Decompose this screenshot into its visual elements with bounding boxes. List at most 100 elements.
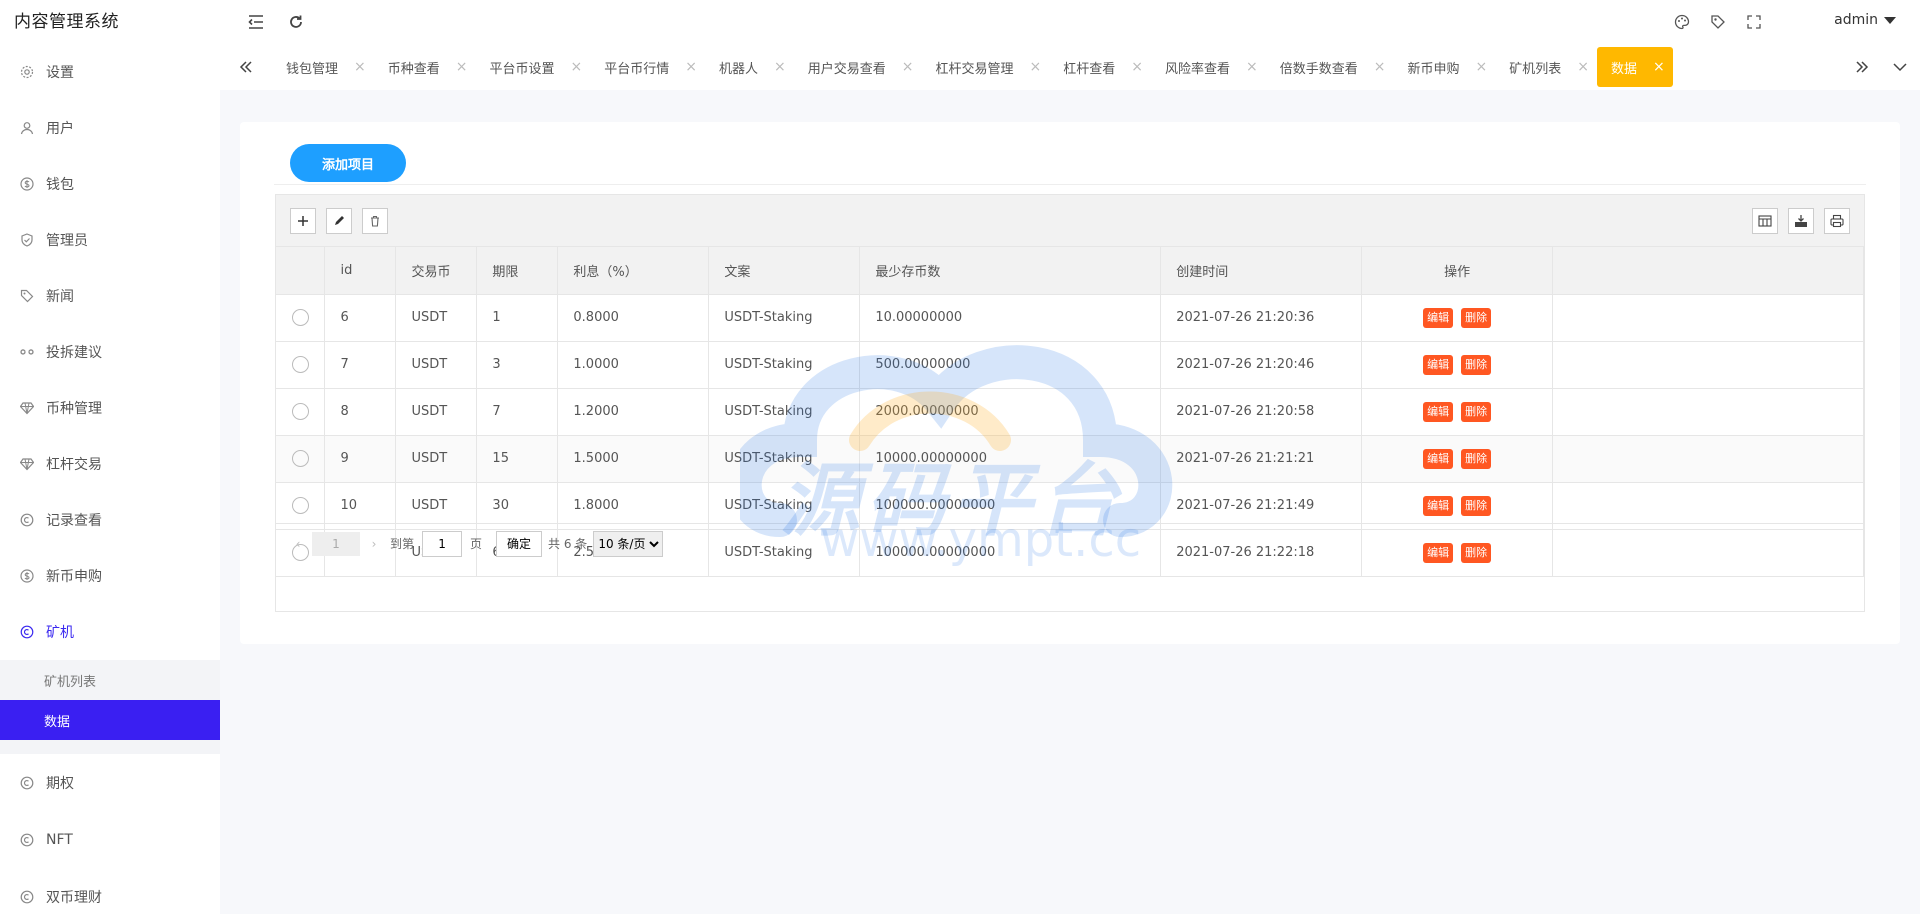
- circle-icon: [20, 776, 34, 790]
- sidebar-item-6[interactable]: 币种管理: [0, 380, 220, 436]
- close-icon[interactable]: ×: [1476, 59, 1488, 75]
- column-header-copy[interactable]: 文案: [708, 247, 861, 295]
- tabs-dropdown-icon[interactable]: [1880, 44, 1920, 90]
- close-icon[interactable]: ×: [902, 59, 914, 75]
- edit-button[interactable]: 编辑: [1423, 448, 1454, 469]
- table-row[interactable]: 7 USDT 3 1.0000 USDT-Staking 500.00000000 2021…: [276, 341, 1864, 389]
- tab-12[interactable]: 数据 ×: [1597, 47, 1673, 87]
- tabs-scroll-right-icon[interactable]: [1844, 44, 1880, 90]
- close-icon[interactable]: ×: [1246, 59, 1258, 75]
- sidebar-item-1[interactable]: 用户: [0, 100, 220, 156]
- delete-button[interactable]: 删除: [1461, 448, 1492, 469]
- sidebar-item-2[interactable]: 钱包: [0, 156, 220, 212]
- table-row[interactable]: 9 USDT 15 1.5000 USDT-Staking 10000.00000000 2…: [276, 435, 1864, 483]
- row-select-cell: [276, 482, 326, 530]
- refresh-icon[interactable]: [286, 12, 306, 32]
- delete-button[interactable]: 删除: [1461, 307, 1492, 328]
- add-item-button[interactable]: 添加项目: [290, 144, 406, 182]
- cell-created-at: 2021-07-26 21:20:58: [1160, 388, 1363, 436]
- sidebar-item-10[interactable]: 矿机: [0, 604, 220, 660]
- tab-9[interactable]: 倍数手数查看 ×: [1266, 47, 1394, 87]
- close-icon[interactable]: ×: [685, 59, 697, 75]
- tab-1[interactable]: 币种查看 ×: [374, 47, 476, 87]
- column-header-coin[interactable]: 交易币: [395, 247, 478, 295]
- edit-button[interactable]: 编辑: [1423, 495, 1454, 516]
- prev-page-icon[interactable]: ‹: [290, 537, 306, 551]
- edit-button[interactable]: 编辑: [1423, 307, 1454, 328]
- tab-3[interactable]: 平台币行情 ×: [590, 47, 705, 87]
- sidebar-item-4[interactable]: 新闻: [0, 268, 220, 324]
- goto-page-input[interactable]: [422, 530, 463, 557]
- tab-label: 平台币设置: [489, 61, 555, 77]
- add-row-icon[interactable]: [290, 208, 316, 234]
- page-size-select[interactable]: 10 条/页: [593, 530, 664, 557]
- row-radio[interactable]: [291, 450, 309, 467]
- goto-confirm-button[interactable]: 确定: [496, 530, 543, 557]
- data-table: id 交易币 期限 利息（%） 文案 最少存币数 创建时间 操作 6 USDT 1 0…: [275, 194, 1865, 612]
- close-icon[interactable]: ×: [354, 59, 366, 75]
- edit-button[interactable]: 编辑: [1423, 354, 1454, 375]
- next-page-icon[interactable]: ›: [366, 537, 382, 551]
- cell-id: 8: [324, 388, 397, 436]
- table-row[interactable]: 8 USDT 7 1.2000 USDT-Staking 2000.00000000 202…: [276, 388, 1864, 436]
- tab-10[interactable]: 新币申购 ×: [1394, 47, 1496, 87]
- column-header-period[interactable]: 期限: [476, 247, 559, 295]
- close-icon[interactable]: ×: [1030, 59, 1042, 75]
- tab-5[interactable]: 用户交易查看 ×: [794, 47, 922, 87]
- sidebar-item-label: 设置: [46, 65, 74, 81]
- close-icon[interactable]: ×: [774, 59, 786, 75]
- columns-filter-icon[interactable]: [1752, 208, 1778, 234]
- table-row[interactable]: 10 USDT 30 1.8000 USDT-Staking 100000.0000000…: [276, 482, 1864, 530]
- sidebar-menu: 设置用户 钱包 管理员 新闻 投拆建议 币种管理 杠杆交易 记录查看 新币申购 矿机 矿机列表 数据期…: [0, 44, 220, 914]
- table-row[interactable]: 6 USDT 1 0.8000 USDT-Staking 10.00000000 2021-…: [276, 294, 1864, 342]
- row-radio[interactable]: [291, 356, 309, 373]
- sidebar-item-8[interactable]: 记录查看: [0, 492, 220, 548]
- edit-row-icon[interactable]: [326, 208, 352, 234]
- sidebar-item-5[interactable]: 投拆建议: [0, 324, 220, 380]
- close-icon[interactable]: ×: [1577, 59, 1589, 75]
- row-radio[interactable]: [291, 309, 309, 326]
- sidebar-item-after-1[interactable]: NFT: [0, 811, 220, 868]
- delete-button[interactable]: 删除: [1461, 354, 1492, 375]
- close-icon[interactable]: ×: [571, 59, 583, 75]
- delete-row-icon[interactable]: [362, 208, 388, 234]
- row-radio[interactable]: [291, 497, 309, 514]
- delete-button[interactable]: 删除: [1461, 495, 1492, 516]
- tab-0[interactable]: 钱包管理 ×: [272, 47, 374, 87]
- column-header-created-at[interactable]: 创建时间: [1160, 247, 1363, 295]
- cell-min-deposit: 500.00000000: [859, 341, 1162, 389]
- close-icon[interactable]: ×: [456, 59, 468, 75]
- sidebar-item-9[interactable]: 新币申购: [0, 548, 220, 604]
- column-header-id[interactable]: id: [324, 247, 397, 295]
- tab-8[interactable]: 风险率查看 ×: [1151, 47, 1266, 87]
- menu-collapse-icon[interactable]: [246, 12, 266, 32]
- column-header-min-deposit[interactable]: 最少存币数: [859, 247, 1162, 295]
- edit-button[interactable]: 编辑: [1423, 401, 1454, 422]
- sidebar-item-0[interactable]: 设置: [0, 44, 220, 100]
- tab-7[interactable]: 杠杆查看 ×: [1049, 47, 1151, 87]
- close-icon[interactable]: ×: [1131, 59, 1143, 75]
- sidebar-subitem-0[interactable]: 矿机列表: [0, 660, 220, 700]
- sidebar-item-after-2[interactable]: 双币理财: [0, 868, 220, 914]
- tab-2[interactable]: 平台币设置 ×: [476, 47, 591, 87]
- sidebar-item-after-0[interactable]: 期权: [0, 754, 220, 811]
- close-icon[interactable]: ×: [1653, 59, 1665, 75]
- column-header-interest[interactable]: 利息（%）: [557, 247, 710, 295]
- sidebar-item-3[interactable]: 管理员: [0, 212, 220, 268]
- sidebar-item-7[interactable]: 杠杆交易: [0, 436, 220, 492]
- row-radio[interactable]: [291, 403, 309, 420]
- cell-interest: 1.5000: [557, 435, 710, 483]
- print-icon[interactable]: [1824, 208, 1850, 234]
- tab-4[interactable]: 机器人 ×: [705, 47, 794, 87]
- user-menu[interactable]: admin: [1834, 12, 1896, 28]
- tag-icon[interactable]: [1708, 12, 1728, 32]
- fullscreen-icon[interactable]: [1744, 12, 1764, 32]
- close-icon[interactable]: ×: [1374, 59, 1386, 75]
- theme-palette-icon[interactable]: [1672, 12, 1692, 32]
- delete-button[interactable]: 删除: [1461, 401, 1492, 422]
- sidebar-subitem-1[interactable]: 数据: [0, 700, 220, 740]
- tab-6[interactable]: 杠杆交易管理 ×: [922, 47, 1050, 87]
- tab-11[interactable]: 矿机列表 ×: [1495, 47, 1597, 87]
- export-icon[interactable]: [1788, 208, 1814, 234]
- tabs-scroll-left-icon[interactable]: [220, 44, 272, 90]
